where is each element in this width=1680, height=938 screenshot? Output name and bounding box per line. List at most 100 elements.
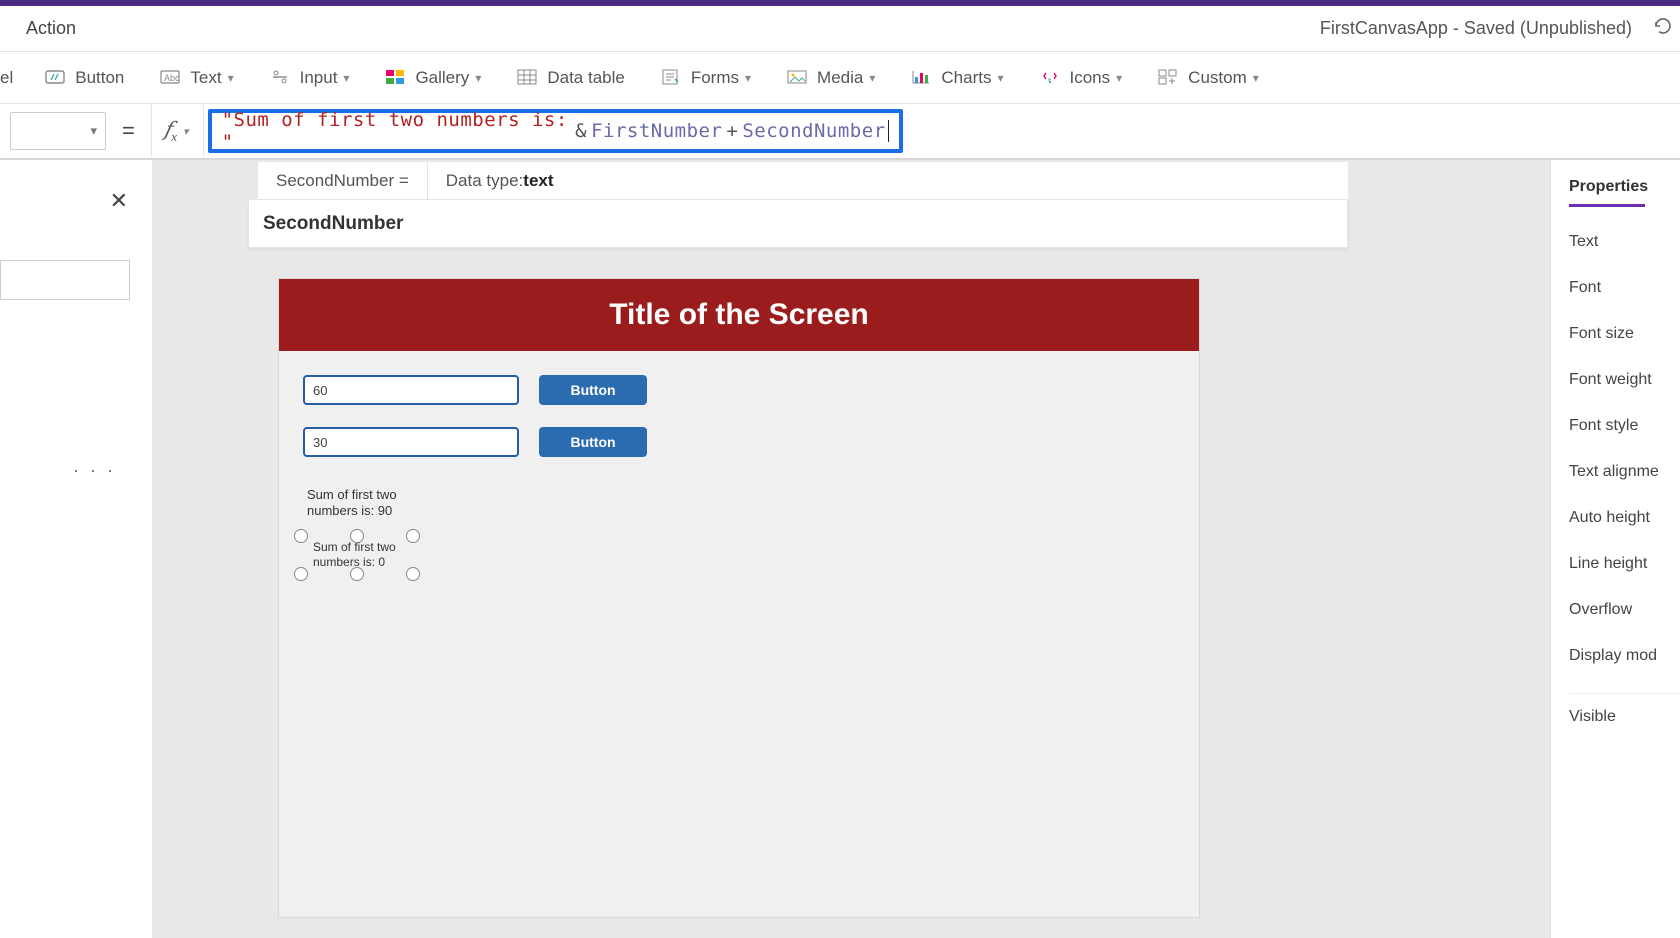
- resize-handle[interactable]: [294, 567, 308, 581]
- prop-font-weight[interactable]: Font weight: [1551, 357, 1680, 403]
- prop-text[interactable]: Text: [1551, 219, 1680, 265]
- prop-font-style[interactable]: Font style: [1551, 403, 1680, 449]
- result-label-1: Sum of first two numbers is: 90: [307, 487, 417, 518]
- intellisense-datatype-value: text: [523, 171, 553, 191]
- main-area: ✕ · · · Title of the Screen 60 Button 30…: [0, 160, 1680, 938]
- ribbon-text[interactable]: Abc Text▾: [142, 52, 251, 103]
- chevron-down-icon: ▾: [745, 71, 751, 85]
- canvas-wrapper: Title of the Screen 60 Button 30 Button …: [152, 160, 1550, 938]
- button-1[interactable]: Button: [539, 375, 647, 405]
- button-2-label: Button: [570, 434, 615, 450]
- ribbon-media[interactable]: Media ▾: [769, 52, 893, 103]
- tree-view-panel: ✕ · · ·: [0, 160, 152, 938]
- svg-text:Abc: Abc: [164, 73, 180, 83]
- equals-label: =: [106, 118, 151, 144]
- ribbon-icons-label: Icons: [1070, 68, 1111, 88]
- prop-overflow[interactable]: Overflow: [1551, 587, 1680, 633]
- prop-line-height[interactable]: Line height: [1551, 541, 1680, 587]
- chevron-down-icon: ▾: [183, 125, 189, 138]
- resize-handle[interactable]: [406, 529, 420, 543]
- resize-handle[interactable]: [350, 567, 364, 581]
- intellisense-suggestion[interactable]: SecondNumber: [248, 200, 1348, 248]
- tree-search-input[interactable]: [0, 260, 130, 300]
- ribbon-charts[interactable]: Charts ▾: [893, 52, 1021, 103]
- ribbon-datatable[interactable]: Data table: [499, 52, 643, 103]
- ribbon-datatable-label: Data table: [547, 68, 625, 88]
- ribbon-charts-label: Charts: [941, 68, 991, 88]
- resize-handle[interactable]: [294, 529, 308, 543]
- intellisense-datatype-label: Data type:: [446, 171, 524, 191]
- undo-icon[interactable]: [1646, 16, 1672, 42]
- formula-var-1: FirstNumber: [591, 120, 722, 142]
- chevron-down-icon: ▾: [997, 71, 1003, 85]
- ribbon-custom[interactable]: Custom ▾: [1140, 52, 1277, 103]
- button-icon: [45, 69, 67, 87]
- charts-icon: [911, 69, 933, 87]
- formula-op-plus: +: [722, 120, 742, 142]
- screen-title-text: Title of the Screen: [609, 298, 869, 332]
- ribbon-icons[interactable]: Icons ▾: [1022, 52, 1141, 103]
- formula-bar: ▾ = 𝑓x▾ "Sum of first two numbers is: " …: [0, 104, 1680, 160]
- formula-string: "Sum of first two numbers is: ": [222, 109, 572, 153]
- ribbon-text-label: Text: [190, 68, 221, 88]
- ribbon-input-label: Input: [300, 68, 338, 88]
- prop-visible[interactable]: Visible: [1551, 694, 1680, 740]
- tab-action[interactable]: Action: [8, 18, 94, 39]
- fx-button[interactable]: 𝑓x▾: [151, 105, 204, 157]
- ribbon-input[interactable]: Input ▾: [252, 52, 368, 103]
- formula-op-amp: &: [571, 120, 591, 142]
- forms-icon: [661, 69, 683, 87]
- intellisense-suggestion-text: SecondNumber: [263, 213, 403, 235]
- gallery-icon: [385, 69, 407, 87]
- intellisense-datatype: Data type: text: [427, 162, 572, 199]
- tab-row: Action FirstCanvasApp - Saved (Unpublish…: [0, 6, 1680, 52]
- formula-var-2: SecondNumber: [742, 120, 885, 142]
- chevron-down-icon: ▾: [475, 71, 481, 85]
- ribbon-button-label: Button: [75, 68, 124, 88]
- chevron-down-icon: ▾: [869, 71, 875, 85]
- properties-tab-underline: [1569, 204, 1645, 207]
- chevron-down-icon: ▾: [1116, 71, 1122, 85]
- ribbon-forms[interactable]: Forms ▾: [643, 52, 769, 103]
- button-1-label: Button: [570, 382, 615, 398]
- text-input-2[interactable]: 30: [303, 427, 519, 457]
- ribbon-item-label-partial[interactable]: el: [0, 52, 27, 103]
- selected-label-control[interactable]: Sum of first two numbers is: 0: [301, 536, 413, 574]
- chevron-down-icon: ▾: [1253, 71, 1259, 85]
- text-input-1-value: 60: [313, 383, 327, 398]
- resize-handle[interactable]: [406, 567, 420, 581]
- text-input-1[interactable]: 60: [303, 375, 519, 405]
- result-label-2-text: Sum of first two numbers is: 0: [313, 540, 403, 569]
- more-icon[interactable]: · · ·: [73, 460, 116, 481]
- icons-icon: [1040, 69, 1062, 87]
- prop-display-mode[interactable]: Display mod: [1551, 633, 1680, 679]
- ribbon-custom-label: Custom: [1188, 68, 1247, 88]
- prop-text-alignment[interactable]: Text alignme: [1551, 449, 1680, 495]
- formula-input[interactable]: "Sum of first two numbers is: " & FirstN…: [208, 109, 903, 153]
- prop-auto-height[interactable]: Auto height: [1551, 495, 1680, 541]
- ribbon-button[interactable]: Button: [27, 52, 142, 103]
- screen-canvas[interactable]: Title of the Screen 60 Button 30 Button …: [278, 278, 1200, 918]
- properties-tab[interactable]: Properties: [1551, 160, 1680, 204]
- screen-title-bar: Title of the Screen: [279, 279, 1199, 351]
- text-input-2-value: 30: [313, 435, 327, 450]
- input-icon: [270, 69, 292, 87]
- property-dropdown[interactable]: ▾: [10, 112, 106, 150]
- prop-font-size[interactable]: Font size: [1551, 311, 1680, 357]
- chevron-down-icon: ▾: [343, 71, 349, 85]
- custom-icon: [1158, 69, 1180, 87]
- data-table-icon: [517, 69, 539, 87]
- button-2[interactable]: Button: [539, 427, 647, 457]
- ribbon-media-label: Media: [817, 68, 863, 88]
- intellisense-info-row: SecondNumber = Data type: text: [258, 162, 1348, 200]
- close-icon[interactable]: ✕: [110, 188, 128, 214]
- ribbon: el Button Abc Text▾ Input▾ Gallery▾ Data…: [0, 52, 1680, 104]
- prop-font[interactable]: Font: [1551, 265, 1680, 311]
- media-icon: [787, 69, 809, 87]
- app-title: FirstCanvasApp - Saved (Unpublished): [1320, 18, 1646, 39]
- ribbon-forms-label: Forms: [691, 68, 739, 88]
- intellisense-var-eq: SecondNumber =: [258, 162, 427, 199]
- properties-panel: Properties Text Font Font size Font weig…: [1550, 160, 1680, 938]
- text-icon: Abc: [160, 69, 182, 87]
- ribbon-gallery[interactable]: Gallery▾: [367, 52, 499, 103]
